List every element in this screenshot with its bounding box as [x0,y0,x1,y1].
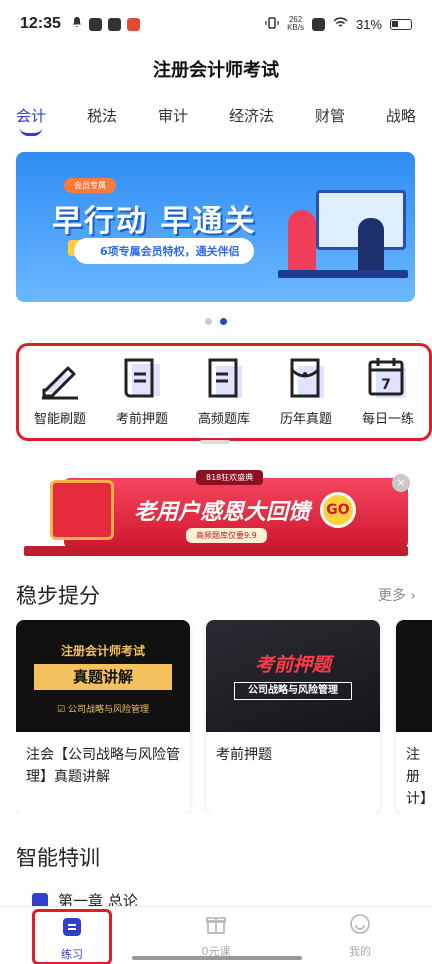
course-card[interactable]: 考前押题 公司战略与风险管理 考前押题 [206,620,380,814]
app-red-icon [126,17,140,31]
section-steady-header: 稳步提分 更多 › [16,580,416,610]
course-name: 注会【公司战略与风险管理】真题讲解 [26,747,180,785]
vibrate-icon [265,16,279,33]
no-sim-icon [311,17,325,31]
tab-accounting[interactable]: 会计 [8,104,54,136]
promo-sub-tag: 高频题库仅要9.9 [186,528,267,543]
gift-box-icon [50,480,114,540]
bottom-nav-practice[interactable]: 练习 [32,909,112,964]
bottom-nav-free-course[interactable]: 0元课 [176,913,256,959]
document-icon [200,354,248,402]
scroll-icon [118,354,166,402]
course-name: 考前押题 [216,747,272,763]
course-name: 注册计】 [406,747,432,807]
mail-icon [107,17,121,31]
section-title: 稳步提分 [16,584,100,608]
tab-strategy[interactable]: 战略 [378,104,424,136]
net-speed: 262 KB/s [287,15,304,32]
calendar-icon: 7 [364,354,412,402]
smile-icon [349,913,371,939]
course-card[interactable]: 注册计】 [396,620,432,814]
pagination-dot[interactable] [205,318,212,325]
quick-nav-daily-practice[interactable]: 7 每日一练 [349,354,427,438]
person-illustration [288,210,316,272]
bottom-nav: 练习 0元课 我的 [0,906,432,964]
home-indicator[interactable] [132,956,302,960]
promo-headline: 老用户感恩大回馈 [134,500,311,525]
more-link[interactable]: 更多 › [378,585,416,605]
desk-illustration [278,270,408,278]
section-title: 智能特训 [16,846,100,870]
section-training-header: 智能特训 [16,842,416,872]
quick-nav-scroll-indicator [200,440,230,444]
course-thumbnail: 考前押题 公司战略与风险管理 [206,620,380,732]
wifi-icon [333,16,348,32]
person-illustration [358,218,384,274]
battery-icon [390,18,412,30]
quick-nav-smart-practice[interactable]: 智能刷题 [21,354,99,438]
promo-go-button[interactable]: GO [320,492,356,528]
banner-tag: 会员专属 [64,178,116,193]
course-thumbnail: 注册会计师考试 真题讲解 ☑ 公司战略与风险管理 [16,620,190,732]
tab-financial-management[interactable]: 财管 [307,104,353,136]
quick-nav: 智能刷题 考前押题 高频题库 历年真题 7 每日一练 [16,343,432,441]
status-bar: 12:35 262 KB/s 31% [0,0,432,48]
promo-stage [24,546,408,556]
quick-nav-question-bank[interactable]: 高频题库 [185,354,263,438]
active-tab-indicator [20,128,42,136]
subject-tabs: 会计 税法 审计 经济法 财管 战略 [0,104,432,144]
course-card[interactable]: 注册会计师考试 真题讲解 ☑ 公司战略与风险管理 注会【公司战略与风险管理】真题… [16,620,190,814]
close-icon[interactable]: × [392,474,410,492]
quick-nav-past-exams[interactable]: 历年真题 [267,354,345,438]
course-card-list: 注册会计师考试 真题讲解 ☑ 公司战略与风险管理 注会【公司战略与风险管理】真题… [16,620,432,814]
bell-icon [71,15,83,33]
promo-top-tag: 818狂欢盛典 [196,470,264,485]
banner-subline: 6项专属会员特权，通关伴侣 [74,238,254,264]
banner-headline: 早行动 早通关 [52,204,257,239]
pagination-dot-active[interactable] [220,318,227,325]
pencil-icon [36,354,84,402]
bottom-nav-me[interactable]: 我的 [320,913,400,959]
tab-economic-law[interactable]: 经济法 [221,104,282,136]
app-notification-icon [88,17,102,31]
quick-nav-pre-exam[interactable]: 考前押题 [103,354,181,438]
battery-percent: 31% [355,16,382,32]
page-title: 注册会计师考试 [153,60,279,81]
svg-text:7: 7 [381,377,391,393]
course-thumbnail [396,620,432,732]
promo-banner[interactable]: 会员专属 早行动 早通关 6项专属会员特权，通关伴侣 [16,152,415,302]
practice-icon [61,916,83,942]
banner-pagination [205,318,227,325]
tab-audit[interactable]: 审计 [150,104,196,136]
status-time: 12:35 [20,15,61,32]
folder-icon [282,354,330,402]
gift-icon [205,913,227,939]
tab-tax[interactable]: 税法 [79,104,125,136]
promo-ad[interactable]: 818狂欢盛典 老用户感恩大回馈 GO 高频题库仅要9.9 × [24,464,410,558]
